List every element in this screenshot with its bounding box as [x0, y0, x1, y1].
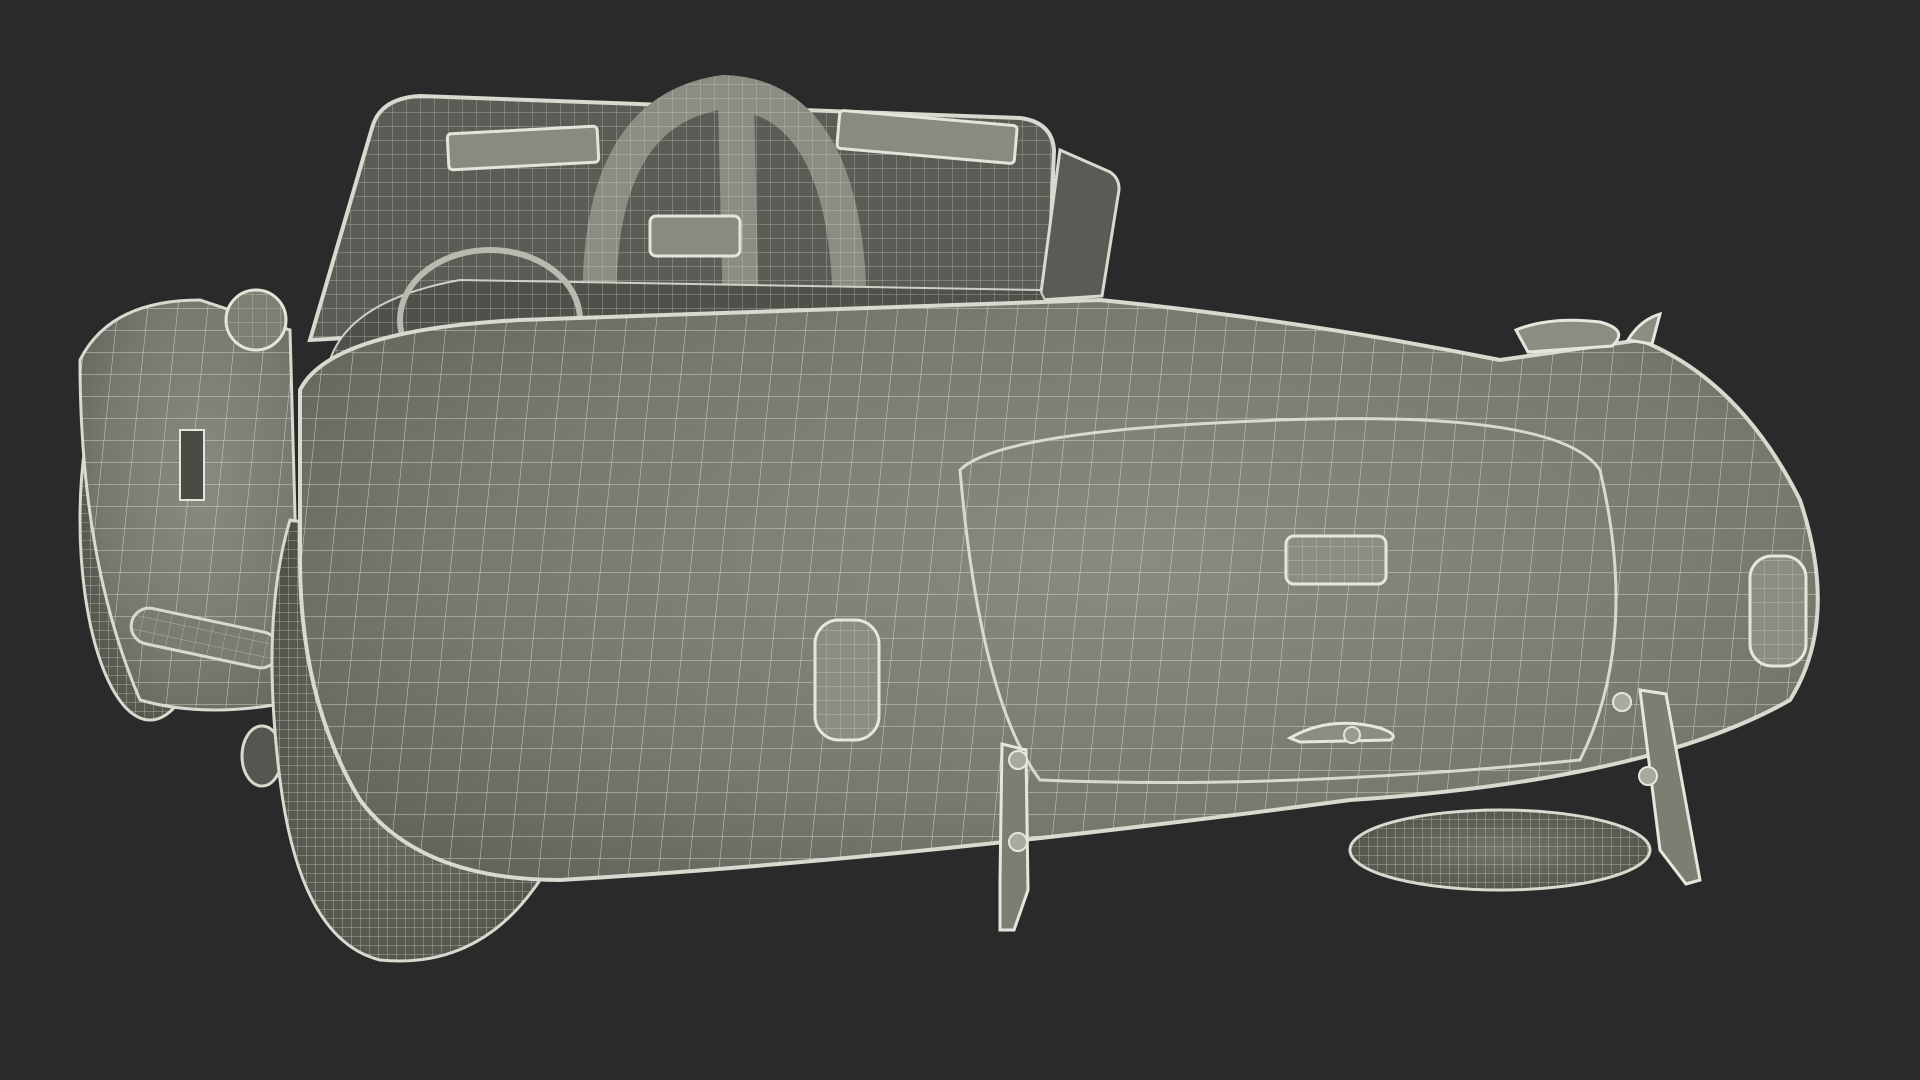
side-vent — [179, 429, 205, 501]
wireframe-car-render — [0, 0, 1920, 1080]
bumper-bracket-left — [998, 742, 1030, 932]
render-viewport — [0, 0, 1920, 1080]
right-rear-tire — [1348, 808, 1652, 892]
sun-visor-left — [445, 124, 601, 172]
license-plate-light — [1284, 534, 1388, 586]
taillight-right — [1748, 554, 1808, 668]
rear-view-mirror — [648, 214, 742, 258]
taillight-left — [813, 618, 881, 742]
